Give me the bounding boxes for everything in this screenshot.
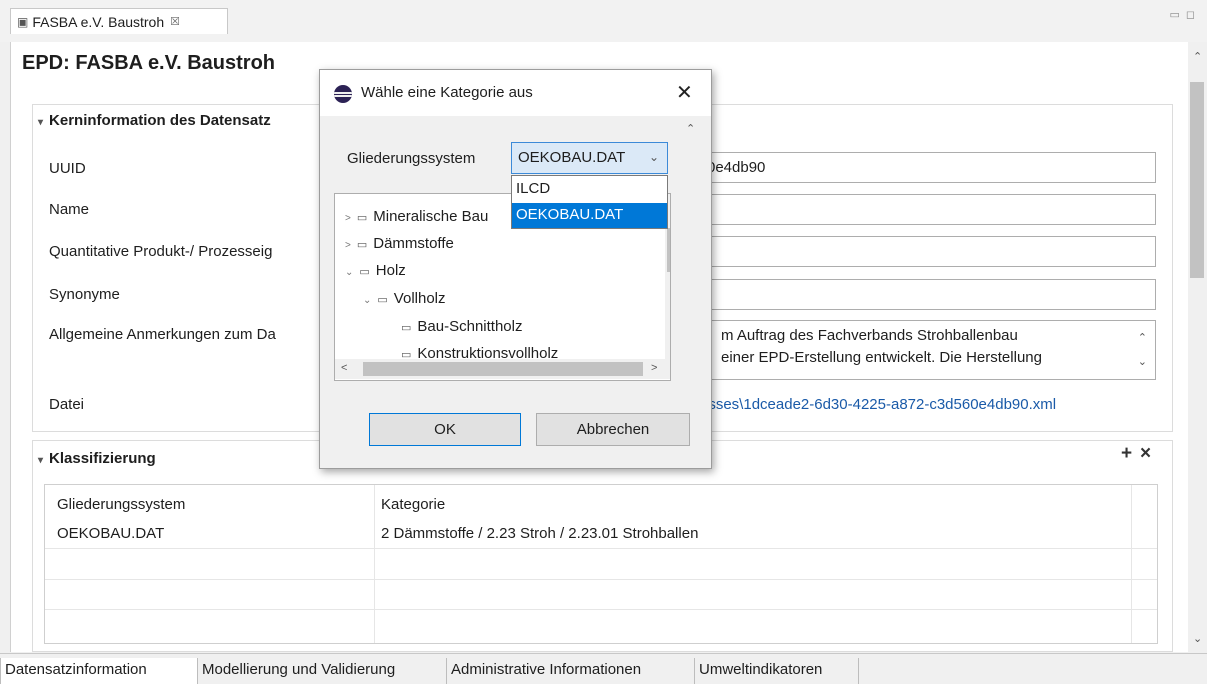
cancel-button[interactable]: Abbrechen [536, 413, 690, 446]
editor-tab[interactable]: ▣ FASBA e.V. Baustroh ☒ [10, 8, 228, 34]
scroll-up-icon[interactable]: ⌃ [686, 122, 695, 135]
datei-label: Datei [49, 396, 85, 413]
tree-node[interactable]: > ▭ Dämmstoffe [345, 235, 454, 252]
row-divider [45, 579, 1157, 580]
tab-close-icon[interactable]: ☒ [170, 15, 180, 28]
column-header-kategorie[interactable]: Kategorie [381, 496, 445, 513]
column-divider [374, 485, 375, 643]
tree-node-label: Bau-Schnittholz [417, 318, 523, 335]
quant-label: Quantitative Produkt-/ Prozesseig [49, 243, 273, 260]
quant-field[interactable] [660, 236, 1156, 267]
chevron-down-icon[interactable]: ⌄ [363, 295, 371, 306]
dialog-scrollbar[interactable]: ⌃ [682, 116, 699, 381]
category-dialog: Wähle eine Kategorie aus ✕ ⌃ Gliederungs… [319, 69, 712, 469]
scroll-down-icon[interactable]: ⌄ [1138, 351, 1147, 373]
uuid-label: UUID [49, 160, 86, 177]
tree-node-label: Holz [375, 262, 406, 279]
classification-table: Gliederungssystem Kategorie OEKOBAU.DAT … [44, 484, 1158, 644]
ok-button[interactable]: OK [369, 413, 521, 446]
synonyme-label: Synonyme [49, 286, 120, 303]
column-header-gliederung[interactable]: Gliederungssystem [57, 496, 185, 513]
file-link-text: esses\1dceade2-6d30-4225-a872-c3d560e4db… [700, 396, 1057, 413]
editor-tab-title: FASBA e.V. Baustroh [32, 13, 165, 30]
file-link[interactable]: esses\1dceade2-6d30-4225-a872-c3d560e4db… [700, 396, 1056, 413]
scrollbar-thumb[interactable] [363, 362, 643, 376]
folder-icon: ▭ [356, 212, 368, 224]
tree-node-label: Vollholz [393, 290, 446, 307]
chevron-right-icon[interactable]: > [345, 213, 351, 224]
collapse-icon[interactable]: ▾ [38, 117, 43, 128]
folder-icon: ▭ [359, 266, 370, 278]
tree-node[interactable]: ⌄ ▭ Vollholz [363, 290, 446, 307]
dialog-title: Wähle eine Kategorie aus [361, 84, 533, 101]
minimize-icon[interactable]: ▭ [1169, 9, 1185, 21]
scroll-down-icon[interactable]: ⌄ [1193, 632, 1202, 645]
scrollbar-thumb[interactable] [1190, 82, 1204, 278]
row-divider [45, 609, 1157, 610]
window-controls: ▭◻ [1169, 8, 1201, 21]
gliederung-selected-value: OEKOBAU.DAT [518, 149, 626, 166]
tree-node[interactable]: ⌄ ▭ Holz [345, 262, 406, 279]
dialog-close-button[interactable]: ✕ [676, 80, 693, 105]
folder-icon: ▭ [377, 294, 388, 306]
folder-icon: ▭ [401, 322, 412, 334]
anmerkungen-line1: m Auftrag des Fachverbands Strohballenba… [721, 327, 1018, 344]
tab-modellierung[interactable]: Modellierung und Validierung [198, 658, 447, 684]
add-icon[interactable]: + [1121, 443, 1132, 465]
collapse-icon[interactable]: ▾ [38, 455, 43, 466]
anmerkungen-label: Allgemeine Anmerkungen zum Da [49, 326, 276, 343]
gliederung-label: Gliederungssystem [347, 150, 476, 167]
chevron-right-icon[interactable]: > [345, 240, 351, 251]
bottom-tab-bar: Datensatzinformation Modellierung und Va… [0, 653, 1207, 684]
table-cell-system[interactable]: OEKOBAU.DAT [57, 525, 164, 542]
eclipse-logo-icon [334, 85, 352, 103]
option-oekobau[interactable]: OEKOBAU.DAT [512, 203, 667, 228]
tree-node[interactable]: ▭ Bau-Schnittholz [401, 318, 522, 335]
scroll-right-icon[interactable]: > [651, 362, 657, 374]
anmerkungen-line2: einer EPD-Erstellung entwickelt. Die Her… [721, 349, 1042, 366]
tab-umweltindikatoren[interactable]: Umweltindikatoren [695, 658, 859, 684]
editor-icon: ▣ [17, 14, 29, 29]
kern-header-label: Kerninformation des Datensatz [49, 112, 271, 129]
gliederung-select[interactable]: OEKOBAU.DAT ⌄ [511, 142, 668, 174]
row-divider [45, 548, 1157, 549]
uuid-value: 0e4db90 [707, 159, 766, 176]
scroll-up-icon[interactable]: ⌃ [1193, 50, 1202, 63]
klassifizierung-header-label: Klassifizierung [49, 450, 156, 467]
klassifizierung-header[interactable]: ▾ Klassifizierung [38, 450, 156, 467]
uuid-field[interactable]: 0e4db90 [660, 152, 1156, 183]
tree-node[interactable]: > ▭ Mineralische Bau [345, 208, 488, 225]
remove-icon[interactable]: × [1140, 443, 1151, 465]
column-divider [1131, 485, 1132, 643]
scroll-left-icon[interactable]: < [341, 362, 347, 374]
anmerkungen-field[interactable]: m Auftrag des Fachverbands Strohballenba… [660, 320, 1156, 380]
gliederung-options: ILCD OEKOBAU.DAT [511, 175, 668, 229]
kern-section-header[interactable]: ▾ Kerninformation des Datensatz [38, 112, 271, 129]
scrollbar-thumb[interactable] [667, 228, 670, 272]
tab-administrative[interactable]: Administrative Informationen [447, 658, 695, 684]
tree-horizontal-scrollbar[interactable]: < > [335, 359, 670, 379]
chevron-down-icon[interactable]: ⌄ [345, 267, 353, 278]
editor-scrollbar[interactable]: ⌃ ⌄ [1188, 42, 1207, 652]
name-field[interactable] [660, 194, 1156, 225]
synonyme-field[interactable] [660, 279, 1156, 310]
tab-datensatzinformation[interactable]: Datensatzinformation [0, 658, 198, 684]
page-title: EPD: FASBA e.V. Baustroh [22, 52, 276, 74]
maximize-icon[interactable]: ◻ [1186, 9, 1201, 21]
name-label: Name [49, 201, 90, 218]
table-cell-kategorie[interactable]: 2 Dämmstoffe / 2.23 Stroh / 2.23.01 Stro… [381, 525, 698, 542]
folder-icon: ▭ [356, 239, 368, 251]
chevron-down-icon[interactable]: ⌄ [649, 150, 659, 164]
scroll-up-icon[interactable]: ⌃ [1138, 327, 1147, 349]
option-ilcd[interactable]: ILCD [512, 177, 667, 202]
tree-node-label: Mineralische Bau [373, 208, 489, 225]
tree-node-label: Dämmstoffe [373, 235, 454, 252]
